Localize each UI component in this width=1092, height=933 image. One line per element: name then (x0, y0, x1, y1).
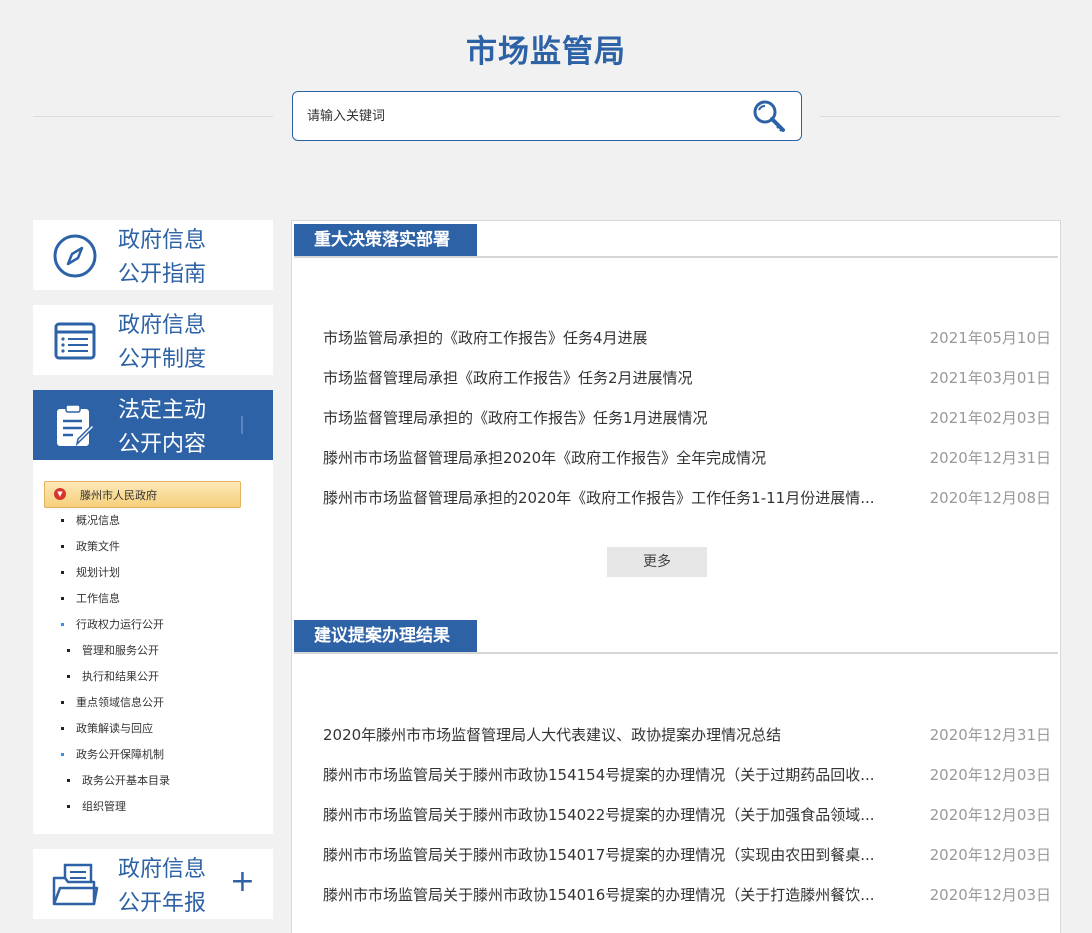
active-indicator (241, 416, 243, 434)
tree-item-execution-results[interactable]: 执行和结果公开 (67, 670, 159, 684)
search-box (292, 91, 802, 141)
tree-item-organization[interactable]: 组织管理 (67, 800, 126, 814)
clipboard-edit-icon (57, 404, 96, 447)
expand-plus-icon[interactable]: + (230, 867, 255, 897)
bullet-icon (61, 596, 64, 600)
tree-item-admin-power[interactable]: 行政权力运行公开 (61, 618, 164, 632)
news-date: 2020年12月03日 (929, 846, 1051, 864)
news-title[interactable]: 滕州市市场监管局关于滕州市政协154017号提案的办理情况（实现由农田到餐桌..… (323, 844, 908, 866)
tree-item-policy-interpretation[interactable]: 政策解读与回应 (61, 722, 153, 736)
nav-statutory[interactable]: 法定主动 公开内容 (33, 390, 273, 460)
search-key-icon (753, 100, 785, 132)
news-date: 2020年12月03日 (929, 766, 1051, 784)
news-item[interactable]: 2020年滕州市市场监督管理局人大代表建议、政协提案办理情况总结 2020年12… (323, 724, 1051, 746)
news-title[interactable]: 滕州市市场监督管理局承担2020年《政府工作报告》全年完成情况 (323, 447, 908, 469)
news-title[interactable]: 滕州市市场监管局关于滕州市政协154154号提案的办理情况（关于过期药品回收..… (323, 764, 908, 786)
section-tab-proposal-results[interactable]: 建议提案办理结果 (294, 620, 477, 652)
main-content: 重大决策落实部署 市场监管局承担的《政府工作报告》任务4月进展 2021年05月… (291, 220, 1061, 933)
bullet-icon (61, 570, 64, 574)
news-item[interactable]: 滕州市市场监管局关于滕州市政协154022号提案的办理情况（关于加强食品领域..… (323, 804, 1051, 826)
header-divider-left (33, 116, 273, 117)
collapse-icon[interactable]: ▼ (54, 488, 66, 500)
news-date: 2020年12月31日 (929, 449, 1051, 467)
nav-system-label: 政府信息 公开制度 (118, 313, 207, 372)
document-list-icon (54, 322, 96, 360)
news-item[interactable]: 滕州市市场监督管理局承担2020年《政府工作报告》全年完成情况 2020年12月… (323, 447, 1051, 469)
tree-item-work-info[interactable]: 工作信息 (61, 592, 120, 606)
more-button[interactable]: 更多 (607, 547, 707, 577)
news-item[interactable]: 滕州市市场监管局关于滕州市政协154154号提案的办理情况（关于过期药品回收..… (323, 764, 1051, 786)
tree-item-plans[interactable]: 规划计划 (61, 566, 120, 580)
tree-root[interactable]: ▼ 滕州市人民政府 (44, 481, 241, 508)
site-title: 市场监管局 (466, 34, 626, 70)
news-item[interactable]: 市场监督管理局承担《政府工作报告》任务2月进展情况 2021年03月01日 (323, 367, 1051, 389)
section-divider (294, 652, 1058, 654)
news-title[interactable]: 滕州市市场监管局关于滕州市政协154022号提案的办理情况（关于加强食品领域..… (323, 804, 908, 826)
nav-annual-report[interactable]: 政府信息 公开年报 + (33, 849, 273, 919)
tree-item-management-service[interactable]: 管理和服务公开 (67, 644, 159, 658)
bullet-icon (61, 622, 64, 626)
bullet-icon (67, 804, 70, 808)
news-date: 2020年12月31日 (929, 726, 1051, 744)
bullet-icon (67, 778, 70, 782)
nav-system[interactable]: 政府信息 公开制度 (33, 305, 273, 375)
news-date: 2020年12月03日 (929, 886, 1051, 904)
news-item[interactable]: 市场监督管理局承担的《政府工作报告》任务1月进展情况 2021年02月03日 (323, 407, 1051, 429)
nav-guide-label: 政府信息 公开指南 (118, 228, 207, 287)
compass-icon (53, 234, 97, 278)
news-date: 2021年03月01日 (929, 369, 1051, 387)
news-title[interactable]: 市场监督管理局承担的《政府工作报告》任务1月进展情况 (323, 407, 908, 429)
tree-item-key-areas[interactable]: 重点领域信息公开 (61, 696, 164, 710)
bullet-icon (67, 648, 70, 652)
tree-item-guarantee-mechanism[interactable]: 政务公开保障机制 (61, 748, 164, 762)
tree-root-label: 滕州市人民政府 (80, 489, 157, 502)
news-title[interactable]: 市场监督管理局承担《政府工作报告》任务2月进展情况 (323, 367, 908, 389)
news-title[interactable]: 市场监管局承担的《政府工作报告》任务4月进展 (323, 327, 908, 349)
folder-report-icon (52, 863, 99, 906)
news-date: 2021年02月03日 (929, 409, 1051, 427)
search-button[interactable] (750, 97, 790, 135)
tree-item-basic-catalog[interactable]: 政务公开基本目录 (67, 774, 170, 788)
news-item[interactable]: 滕州市市场监管局关于滕州市政协154017号提案的办理情况（实现由农田到餐桌..… (323, 844, 1051, 866)
news-title[interactable]: 滕州市市场监管局关于滕州市政协154016号提案的办理情况（关于打造滕州餐饮..… (323, 884, 908, 906)
tree-item-overview[interactable]: 概况信息 (61, 514, 120, 528)
bullet-icon (61, 700, 64, 704)
nav-guide[interactable]: 政府信息 公开指南 (33, 220, 273, 290)
nav-statutory-label: 法定主动 公开内容 (118, 398, 207, 457)
search-input[interactable] (307, 105, 727, 127)
nav-annual-report-label: 政府信息 公开年报 (118, 857, 207, 916)
news-item[interactable]: 市场监管局承担的《政府工作报告》任务4月进展 2021年05月10日 (323, 327, 1051, 349)
category-tree: ▼ 滕州市人民政府 概况信息 政策文件 规划计划 工作信息 行政权力运行公开 管… (33, 460, 273, 834)
news-item[interactable]: 滕州市市场监督管理局承担的2020年《政府工作报告》工作任务1-11月份进展情.… (323, 487, 1051, 509)
news-item[interactable]: 滕州市市场监管局关于滕州市政协154016号提案的办理情况（关于打造滕州餐饮..… (323, 884, 1051, 906)
section-divider (294, 256, 1058, 258)
bullet-icon (61, 544, 64, 548)
news-title[interactable]: 滕州市市场监督管理局承担的2020年《政府工作报告》工作任务1-11月份进展情.… (323, 487, 908, 509)
header-divider-right (820, 116, 1060, 117)
news-date: 2021年05月10日 (929, 329, 1051, 347)
bullet-icon (61, 752, 64, 756)
news-date: 2020年12月03日 (929, 806, 1051, 824)
bullet-icon (61, 726, 64, 730)
news-date: 2020年12月08日 (929, 489, 1051, 507)
bullet-icon (61, 518, 64, 522)
section-tab-major-decisions[interactable]: 重大决策落实部署 (294, 224, 477, 256)
news-title[interactable]: 2020年滕州市市场监督管理局人大代表建议、政协提案办理情况总结 (323, 724, 908, 746)
bullet-icon (67, 674, 70, 678)
tree-item-policy-documents[interactable]: 政策文件 (61, 540, 120, 554)
